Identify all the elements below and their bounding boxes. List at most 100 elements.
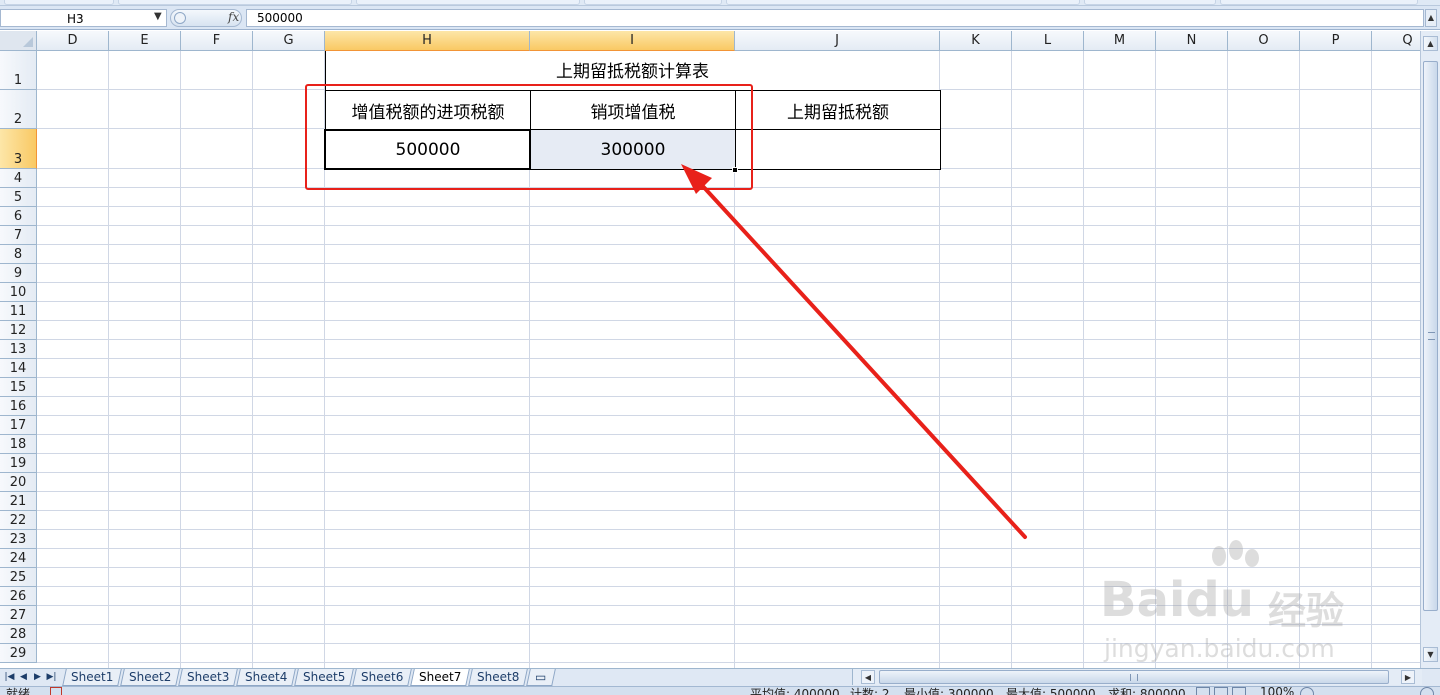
table-title[interactable]: 上期留抵税额计算表 [325, 51, 939, 90]
row-header-24[interactable]: 24 [0, 549, 37, 568]
scroll-up-button[interactable]: ▲ [1423, 36, 1438, 51]
row-header-21[interactable]: 21 [0, 492, 37, 511]
page-layout-view-icon[interactable] [1214, 687, 1228, 695]
sheet-tab-label: Sheet8 [476, 670, 520, 684]
active-cell-h3[interactable]: 500000 [325, 129, 531, 170]
insert-function-icon[interactable]: fx [228, 10, 239, 24]
scroll-down-button[interactable]: ▼ [1423, 647, 1438, 662]
row-header-2[interactable]: 2 [0, 90, 37, 129]
select-all-button[interactable] [0, 31, 37, 51]
chevron-down-icon[interactable]: ▼ [154, 11, 162, 22]
sheet-tab-sheet2[interactable]: Sheet2 [120, 669, 180, 686]
sheet-tab-sheet4[interactable]: Sheet4 [236, 669, 296, 686]
table-header-cell[interactable]: 上期留抵税额 [735, 90, 941, 130]
gridline [37, 415, 1420, 416]
gridline [37, 320, 1420, 321]
normal-view-icon[interactable] [1196, 687, 1210, 695]
status-average: 平均值: 400000 [750, 687, 840, 695]
last-sheet-icon[interactable]: ▶| [46, 670, 57, 685]
spreadsheet-grid[interactable]: D E F G H I J K L M N O P Q 1 2 3 4 5 6 7 8 9 10 11 12 13 14 15 16 17 1… [0, 31, 1420, 668]
zoom-in-icon[interactable] [1420, 687, 1434, 695]
table-header-cell[interactable]: 销项增值税 [530, 90, 736, 130]
gridline [37, 396, 1420, 397]
next-sheet-icon[interactable]: ▶ [32, 670, 43, 685]
column-header-m[interactable]: M [1084, 31, 1156, 51]
zoom-out-icon[interactable] [1300, 687, 1314, 695]
column-header-d[interactable]: D [37, 31, 109, 51]
column-header-h[interactable]: H [325, 31, 530, 51]
gridline [1155, 51, 1156, 668]
row-header-27[interactable]: 27 [0, 606, 37, 625]
page-break-view-icon[interactable] [1232, 687, 1246, 695]
scroll-left-button[interactable]: ◀ [861, 670, 875, 684]
row-header-12[interactable]: 12 [0, 321, 37, 340]
row-header-9[interactable]: 9 [0, 264, 37, 283]
row-header-25[interactable]: 25 [0, 568, 37, 587]
gridline [37, 586, 1420, 587]
column-header-f[interactable]: F [181, 31, 253, 51]
row-header-5[interactable]: 5 [0, 188, 37, 207]
prev-sheet-icon[interactable]: ◀ [18, 670, 29, 685]
row-header-3[interactable]: 3 [0, 129, 37, 169]
row-header-26[interactable]: 26 [0, 587, 37, 606]
row-header-4[interactable]: 4 [0, 169, 37, 188]
row-header-23[interactable]: 23 [0, 530, 37, 549]
row-header-1[interactable]: 1 [0, 51, 37, 90]
row-header-16[interactable]: 16 [0, 397, 37, 416]
insert-worksheet-button[interactable]: ▭ [526, 669, 556, 686]
row-header-7[interactable]: 7 [0, 226, 37, 245]
column-header-i[interactable]: I [530, 31, 735, 51]
macro-record-icon[interactable] [50, 687, 62, 695]
row-header-17[interactable]: 17 [0, 416, 37, 435]
column-header-q[interactable]: Q [1372, 31, 1420, 51]
row-header-10[interactable]: 10 [0, 283, 37, 302]
sheet-tab-sheet6[interactable]: Sheet6 [352, 669, 412, 686]
sheet-tab-sheet1[interactable]: Sheet1 [62, 669, 122, 686]
row-number: 7 [13, 228, 23, 243]
row-header-28[interactable]: 28 [0, 625, 37, 644]
sheet-tab-sheet3[interactable]: Sheet3 [178, 669, 238, 686]
column-header-p[interactable]: P [1300, 31, 1372, 51]
name-box[interactable]: H3 ▼ [0, 9, 167, 27]
horizontal-scroll-thumb[interactable] [879, 670, 1389, 684]
row-header-11[interactable]: 11 [0, 302, 37, 321]
gridline [180, 51, 181, 668]
column-header-k[interactable]: K [940, 31, 1012, 51]
column-header-o[interactable]: O [1228, 31, 1300, 51]
row-header-18[interactable]: 18 [0, 435, 37, 454]
row-header-8[interactable]: 8 [0, 245, 37, 264]
row-header-14[interactable]: 14 [0, 359, 37, 378]
row-header-29[interactable]: 29 [0, 644, 37, 663]
vertical-scroll-thumb[interactable] [1423, 61, 1438, 611]
row-number: 27 [9, 608, 27, 623]
column-header-e[interactable]: E [109, 31, 181, 51]
expand-formula-bar-button[interactable]: ▲ [1425, 9, 1437, 27]
column-header-l[interactable]: L [1012, 31, 1084, 51]
row-header-20[interactable]: 20 [0, 473, 37, 492]
row-number: 10 [9, 285, 27, 300]
column-header-n[interactable]: N [1156, 31, 1228, 51]
table-value-cell[interactable]: 300000 [530, 129, 736, 170]
sheet-tab-sheet5[interactable]: Sheet5 [294, 669, 354, 686]
row-header-6[interactable]: 6 [0, 207, 37, 226]
row-header-22[interactable]: 22 [0, 511, 37, 530]
sheet-tab-label: Sheet5 [302, 670, 346, 684]
vertical-scrollbar[interactable]: ▲ ▼ [1420, 31, 1440, 668]
fill-handle[interactable] [732, 167, 738, 173]
gridline [37, 510, 1420, 511]
gridline [37, 225, 1420, 226]
table-value-cell[interactable] [735, 129, 941, 170]
column-header-g[interactable]: G [253, 31, 325, 51]
sheet-tab-sheet7[interactable]: Sheet7 [410, 669, 470, 686]
sheet-tab-sheet8[interactable]: Sheet8 [468, 669, 528, 686]
row-header-19[interactable]: 19 [0, 454, 37, 473]
row-header-15[interactable]: 15 [0, 378, 37, 397]
first-sheet-icon[interactable]: |◀ [4, 670, 15, 685]
row-header-13[interactable]: 13 [0, 340, 37, 359]
scroll-right-button[interactable]: ▶ [1401, 670, 1415, 684]
horizontal-scrollbar[interactable]: ◀ ▶ [852, 669, 1422, 685]
zoom-level[interactable]: 100% [1260, 687, 1294, 695]
table-header-cell[interactable]: 增值税额的进项税额 [325, 90, 531, 130]
formula-input[interactable]: 500000 [246, 9, 1424, 27]
column-header-j[interactable]: J [735, 31, 940, 51]
